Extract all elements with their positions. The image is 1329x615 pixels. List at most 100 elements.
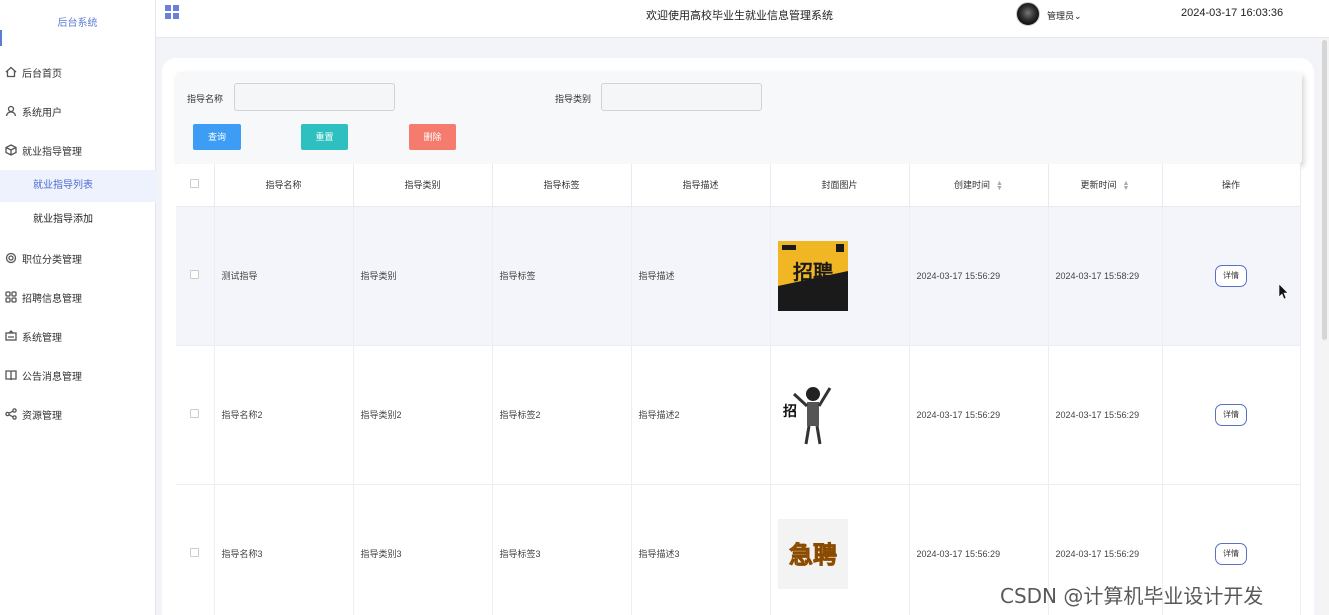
cover-text: 招聘 <box>793 260 833 284</box>
column-header: 指导描述 <box>631 164 771 207</box>
cover-text: 急聘 <box>789 541 837 569</box>
sidebar-item-resources[interactable]: 资源管理 <box>0 402 156 426</box>
sidebar-item-recruitment[interactable]: 招聘信息管理 <box>0 285 156 309</box>
sidebar: 后台系统 后台首页 系统用户 就业指导管理 就业指导列表 就业指导添加 职位分类… <box>0 0 156 615</box>
page-scrollbar[interactable] <box>1320 38 1329 615</box>
row-select-cell <box>176 206 215 346</box>
delete-button[interactable]: 删除 <box>409 124 456 150</box>
select-all-cell <box>176 164 215 207</box>
sidebar-item-label: 资源管理 <box>22 410 62 422</box>
sidebar-item-notices[interactable]: 公告消息管理 <box>0 363 156 387</box>
sidebar-item-label: 后台首页 <box>22 68 62 80</box>
user-icon <box>4 104 18 118</box>
cell-action: 详情 <box>1162 206 1301 346</box>
top-bar: 欢迎使用高校毕业生就业信息管理系统 管理员⌄ 2024-03-17 16:03:… <box>156 0 1329 38</box>
user-dropdown[interactable]: 管理员⌄ <box>1047 9 1082 22</box>
column-header-updated[interactable]: 更新时间 ▲ ▼ <box>1048 164 1163 207</box>
book-icon <box>4 368 18 382</box>
cover-image-recruit-poster: 招聘 <box>777 240 848 311</box>
category-label: 指导类别 <box>555 94 592 104</box>
name-label: 指导名称 <box>187 94 224 104</box>
cell-tag: 指导标签 <box>492 206 632 346</box>
cell-created: 2024-03-17 15:56:29 <box>909 345 1049 485</box>
monitor-icon <box>4 329 18 343</box>
cell-tag: 指导标签3 <box>492 484 632 615</box>
grid-icon <box>4 290 18 304</box>
column-header: 指导类别 <box>353 164 493 207</box>
sort-icon[interactable]: ▲ ▼ <box>996 180 1003 192</box>
scrollbar-thumb[interactable] <box>1322 40 1327 340</box>
cell-category: 指导类别2 <box>353 345 493 485</box>
avatar[interactable] <box>1016 2 1040 26</box>
cell-cover: 招聘 <box>770 206 910 346</box>
sidebar-item-users[interactable]: 系统用户 <box>0 99 156 123</box>
sidebar-item-label: 系统管理 <box>22 332 62 344</box>
sidebar-subitem-guidance-list[interactable]: 就业指导列表 <box>0 170 156 202</box>
row-checkbox[interactable] <box>190 409 200 418</box>
column-header-label: 创建时间 <box>954 180 991 191</box>
current-datetime: 2024-03-17 16:03:36 <box>1181 7 1284 19</box>
column-header: 操作 <box>1162 164 1301 207</box>
cell-cover: 招 <box>770 345 910 485</box>
table-row: 测试指导 指导类别 指导标签 指导描述 招聘 2024-03-17 15:56:… <box>176 206 1301 346</box>
query-button[interactable]: 查询 <box>193 124 241 150</box>
row-checkbox[interactable] <box>190 548 200 557</box>
brand-indicator <box>0 30 2 46</box>
reset-button[interactable]: 重置 <box>301 124 348 150</box>
cell-desc: 指导描述2 <box>631 345 771 485</box>
watermark: CSDN @计算机毕业设计开发 <box>1000 584 1264 608</box>
sidebar-item-system[interactable]: 系统管理 <box>0 324 156 348</box>
sidebar-item-job-category[interactable]: 职位分类管理 <box>0 246 156 270</box>
detail-button[interactable]: 详情 <box>1215 542 1247 565</box>
category-search-input[interactable] <box>601 83 762 111</box>
detail-button[interactable]: 详情 <box>1215 264 1247 287</box>
welcome-text: 欢迎使用高校毕业生就业信息管理系统 <box>646 10 833 22</box>
user-name: 管理员 <box>1047 11 1075 21</box>
cell-cover: 急聘 <box>770 484 910 615</box>
settings-icon <box>4 251 18 265</box>
column-header: 指导标签 <box>492 164 632 207</box>
table-header-row: 指导名称 指导类别 指导标签 指导描述 封面图片 创建时间 ▲ ▼ 更新时间 ▲ ▼ 操… <box>176 164 1301 207</box>
share-icon <box>4 407 18 421</box>
cell-created: 2024-03-17 15:56:29 <box>909 206 1049 346</box>
row-checkbox[interactable] <box>190 270 200 279</box>
sort-icon[interactable]: ▲ ▼ <box>1123 180 1130 192</box>
column-header-created[interactable]: 创建时间 ▲ ▼ <box>909 164 1049 207</box>
row-select-cell <box>176 345 215 485</box>
mouse-cursor-icon <box>1279 284 1289 300</box>
cell-tag: 指导标签2 <box>492 345 632 485</box>
table-row: 指导名称2 指导类别2 指导标签2 指导描述2 招 2024-03-17 15:… <box>176 345 1301 485</box>
cell-updated: 2024-03-17 15:58:29 <box>1048 206 1163 346</box>
cell-desc: 指导描述3 <box>631 484 771 615</box>
name-search-input[interactable] <box>234 83 395 111</box>
sidebar-item-label: 职位分类管理 <box>22 254 82 266</box>
sidebar-subitem-guidance-add[interactable]: 就业指导添加 <box>0 204 156 236</box>
cell-category: 指导类别 <box>353 206 493 346</box>
column-header: 指导名称 <box>214 164 354 207</box>
cover-image-businessman: 招 <box>777 379 848 450</box>
sidebar-item-home[interactable]: 后台首页 <box>0 60 156 84</box>
detail-button[interactable]: 详情 <box>1215 403 1247 426</box>
select-all-checkbox[interactable] <box>190 179 200 189</box>
column-header: 封面图片 <box>770 164 910 207</box>
cube-icon <box>4 143 18 157</box>
cover-image-hiring-banner: 急聘 <box>777 518 848 589</box>
cell-name: 指导名称3 <box>214 484 354 615</box>
sidebar-item-guidance[interactable]: 就业指导管理 <box>0 138 156 162</box>
chevron-down-icon: ⌄ <box>1074 11 1082 21</box>
cell-action: 详情 <box>1162 345 1301 485</box>
cell-updated: 2024-03-17 15:56:29 <box>1048 345 1163 485</box>
column-header-label: 更新时间 <box>1080 180 1117 191</box>
menu-toggle-icon[interactable] <box>165 5 179 19</box>
sidebar-item-label: 系统用户 <box>22 107 62 119</box>
row-select-cell <box>176 484 215 615</box>
cell-desc: 指导描述 <box>631 206 771 346</box>
cover-text: 招 <box>783 403 797 420</box>
guidance-table: 指导名称 指导类别 指导标签 指导描述 封面图片 创建时间 ▲ ▼ 更新时间 ▲ ▼ 操… <box>176 164 1301 615</box>
sidebar-item-label: 公告消息管理 <box>22 371 82 383</box>
cell-name: 指导名称2 <box>214 345 354 485</box>
sidebar-item-label: 招聘信息管理 <box>22 293 82 305</box>
sidebar-item-label: 就业指导管理 <box>22 146 82 158</box>
cell-name: 测试指导 <box>214 206 354 346</box>
cell-category: 指导类别3 <box>353 484 493 615</box>
